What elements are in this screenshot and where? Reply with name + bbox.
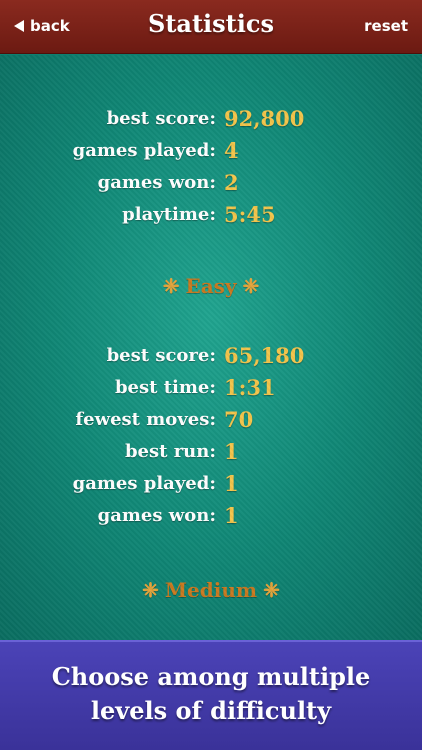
- navbar: back Statistics reset: [0, 0, 422, 54]
- stat-value: 5:45: [224, 202, 276, 227]
- fleur-icon: ❈: [242, 274, 260, 298]
- easy-stats: best score: 65,180 best time: 1:31 fewes…: [0, 340, 422, 532]
- stat-label: games won:: [97, 172, 216, 193]
- stat-value: 4: [224, 138, 239, 163]
- stat-row: games won: 1: [0, 500, 422, 532]
- stat-label: best run:: [124, 441, 216, 462]
- section-title-medium: ❈ Medium ❈: [0, 578, 422, 602]
- fleur-icon: ❈: [263, 578, 280, 602]
- stat-row: best score: 65,180: [0, 340, 422, 372]
- banner-line-1: Choose among multiple: [51, 662, 371, 691]
- stat-label: playtime:: [122, 204, 216, 225]
- banner-text: Choose among multiple levels of difficul…: [0, 660, 422, 728]
- statistics-panel: best score: 92,800 games played: 4 games…: [0, 55, 422, 640]
- stat-value: 65,180: [224, 343, 305, 368]
- stat-row: best time: 1:31: [0, 372, 422, 404]
- section-title-text: Medium: [164, 578, 258, 602]
- section-title-easy: ❈ Easy ❈: [0, 274, 422, 298]
- promo-banner: Choose among multiple levels of difficul…: [0, 640, 422, 750]
- section-title-text: Easy: [185, 274, 237, 298]
- stat-label: best score:: [106, 345, 216, 366]
- stat-label: games played:: [72, 473, 216, 494]
- stat-value: 70: [224, 407, 254, 432]
- stat-row: games played: 4: [0, 135, 422, 167]
- stat-value: 1: [224, 439, 239, 464]
- stat-label: best time:: [114, 377, 216, 398]
- stat-row: games won: 2: [0, 167, 422, 199]
- stat-value: 2: [224, 170, 239, 195]
- stat-row: best run: 1: [0, 436, 422, 468]
- stat-value: 92,800: [224, 106, 305, 131]
- overall-stats: best score: 92,800 games played: 4 games…: [0, 103, 422, 231]
- stat-label: best score:: [106, 108, 216, 129]
- page-title: Statistics: [147, 9, 274, 38]
- stat-row: fewest moves: 70: [0, 404, 422, 436]
- stat-row: playtime: 5:45: [0, 199, 422, 231]
- stat-label: games played:: [72, 140, 216, 161]
- stat-value: 1:31: [224, 375, 276, 400]
- stat-label: fewest moves:: [75, 409, 216, 430]
- stat-value: 1: [224, 503, 239, 528]
- reset-button[interactable]: reset: [364, 17, 408, 35]
- stat-value: 1: [224, 471, 239, 496]
- fleur-icon: ❈: [142, 578, 159, 602]
- stat-label: games won:: [97, 505, 216, 526]
- stat-row: games played: 1: [0, 468, 422, 500]
- banner-line-2: levels of difficulty: [90, 696, 332, 725]
- fleur-icon: ❈: [162, 274, 180, 298]
- stat-row: best score: 92,800: [0, 103, 422, 135]
